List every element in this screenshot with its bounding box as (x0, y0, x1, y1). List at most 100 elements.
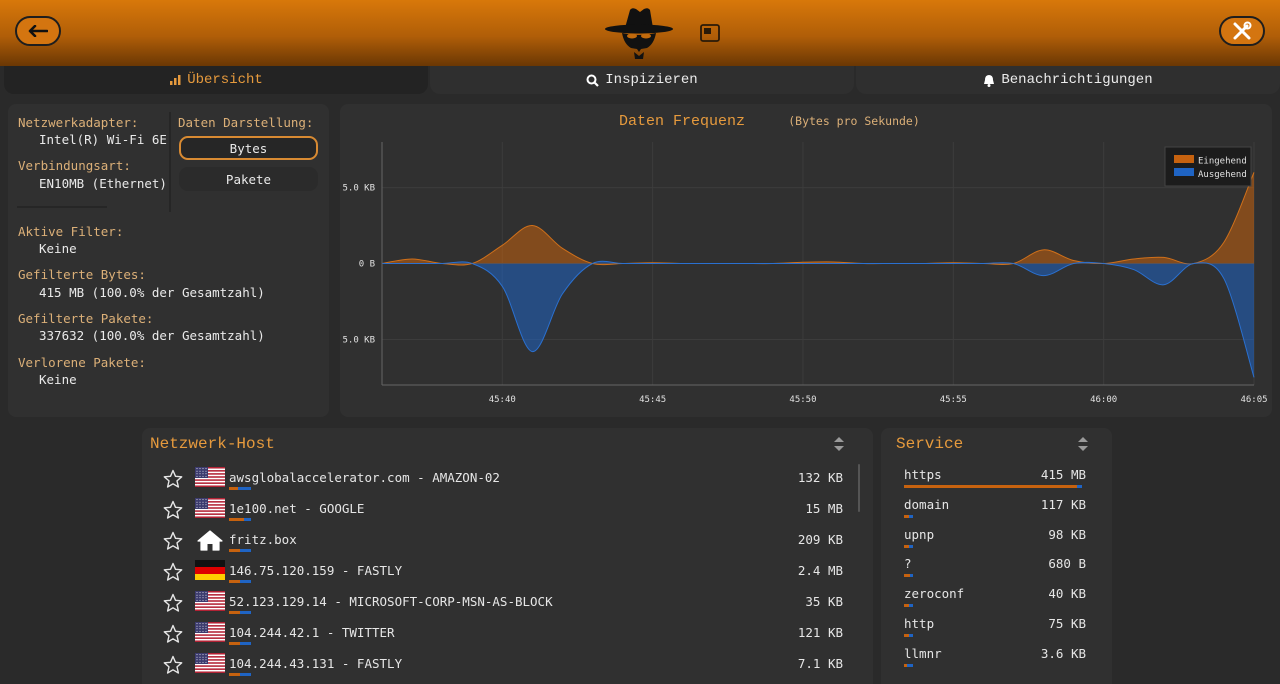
host-traffic-bar (229, 518, 251, 521)
sort-icon[interactable] (833, 436, 845, 452)
bytes-button[interactable]: Bytes (179, 136, 318, 160)
host-row[interactable]: 52.123.129.14 - MICROSOFT-CORP-MSN-AS-BL… (163, 591, 843, 621)
star-icon[interactable] (163, 562, 183, 586)
filtered-packets-label: Gefilterte Pakete: (18, 311, 154, 326)
picture-in-picture-icon[interactable] (700, 24, 720, 42)
host-row[interactable]: 104.244.42.1 - TWITTER 121 KB (163, 622, 843, 652)
packets-button[interactable]: Pakete (179, 167, 318, 191)
x-tick-label: 45:55 (940, 395, 967, 405)
bell-icon (984, 74, 995, 87)
settings-button[interactable] (1219, 16, 1265, 46)
incoming-bar (229, 549, 240, 552)
star-icon[interactable] (163, 593, 183, 617)
service-size: 98 KB (1048, 526, 1086, 542)
x-tick-label: 45:50 (789, 395, 816, 405)
service-name: domain (904, 496, 950, 512)
filter-label: Aktive Filter: (18, 224, 124, 239)
y-tick-label: 5.0 KB (342, 335, 375, 345)
divider (169, 112, 171, 212)
incoming-bar (904, 485, 1077, 488)
host-traffic-bar (229, 487, 251, 490)
service-row[interactable]: llmnr 3.6 KB (904, 646, 1086, 676)
star-icon[interactable] (163, 500, 183, 524)
series-area-incoming (382, 172, 1254, 266)
service-name: zeroconf (904, 586, 965, 602)
host-name: 104.244.43.131 - FASTLY (229, 656, 403, 671)
outgoing-bar (240, 673, 251, 676)
service-row[interactable]: domain 117 KB (904, 497, 1086, 527)
incoming-bar (229, 580, 240, 583)
tab-overview[interactable]: Übersicht (4, 66, 428, 94)
flag-de-icon (195, 560, 225, 580)
service-row[interactable]: upnp 98 KB (904, 527, 1086, 557)
packets-button-label: Pakete (225, 171, 272, 187)
filter-value: Keine (39, 241, 77, 256)
host-traffic-bar (229, 642, 251, 645)
host-name: 146.75.120.159 - FASTLY (229, 563, 403, 578)
adapter-label: Netzwerkadapter: (18, 115, 139, 130)
tab-inspect[interactable]: Inspizieren (430, 66, 854, 94)
filtered-packets-value: 337632 (100.0% der Gesamtzahl) (39, 328, 265, 343)
star-icon[interactable] (163, 624, 183, 648)
host-size: 15 MB (805, 501, 843, 516)
host-size: 35 KB (805, 594, 843, 609)
service-row[interactable]: zeroconf 40 KB (904, 586, 1086, 616)
host-row[interactable]: awsglobalaccelerator.com - AMAZON-02 132 … (163, 467, 843, 497)
service-size: 117 KB (1040, 496, 1086, 512)
connection-label: Verbindungsart: (18, 158, 131, 173)
legend-outgoing-label: Ausgehend (1198, 170, 1247, 180)
back-button[interactable] (15, 16, 61, 46)
tab-bar: Übersicht Inspizieren Benachrichtigungen (0, 66, 1280, 94)
outgoing-bar (908, 544, 913, 548)
host-traffic-bar (229, 673, 251, 676)
incoming-bar (229, 611, 240, 614)
star-icon[interactable] (163, 469, 183, 493)
service-traffic-bar (904, 514, 913, 518)
y-tick-label: 0 B (359, 260, 375, 270)
host-name: awsglobalaccelerator.com - AMAZON-02 (229, 470, 500, 485)
star-icon[interactable] (163, 655, 183, 679)
outgoing-bar (240, 642, 251, 645)
service-size: 680 B (1048, 556, 1086, 572)
outgoing-bar (244, 518, 251, 521)
scrollbar[interactable] (858, 464, 860, 512)
sort-icon[interactable] (1077, 436, 1089, 452)
y-tick-label: 5.0 KB (342, 184, 375, 194)
service-traffic-bar (904, 574, 913, 578)
host-name: 1e100.net - GOOGLE (229, 501, 365, 516)
x-tick-label: 45:45 (639, 395, 666, 405)
service-row[interactable]: http 75 KB (904, 616, 1086, 646)
outgoing-bar (237, 487, 251, 490)
chart-icon (170, 75, 181, 85)
series-area-outgoing (382, 261, 1254, 378)
outgoing-bar (240, 580, 251, 583)
tab-notifications[interactable]: Benachrichtigungen (856, 66, 1280, 94)
flag-us-icon (195, 591, 225, 611)
magnifier-icon (586, 74, 600, 87)
flag-us-icon (195, 498, 225, 518)
legend-incoming-label: Eingehend (1198, 157, 1247, 167)
host-size: 2.4 MB (797, 563, 843, 578)
outgoing-bar (240, 611, 251, 614)
host-row[interactable]: 146.75.120.159 - FASTLY 2.4 MB (163, 560, 843, 590)
host-row[interactable]: 1e100.net - GOOGLE 15 MB (163, 498, 843, 528)
tab-inspect-label: Inspizieren (605, 72, 698, 88)
service-row[interactable]: ? 680 B (904, 556, 1086, 586)
outgoing-bar (908, 514, 913, 518)
service-size: 75 KB (1048, 616, 1086, 631)
host-traffic-bar (229, 611, 251, 614)
outgoing-bar (910, 574, 913, 578)
host-row[interactable]: 104.244.43.131 - FASTLY 7.1 KB (163, 653, 843, 683)
chart-legend: Eingehend Ausgehend (1164, 146, 1252, 187)
service-row[interactable]: https 415 MB (904, 467, 1086, 497)
tools-icon (1233, 21, 1252, 40)
service-traffic-bar (904, 485, 1082, 488)
divider (17, 206, 107, 208)
host-traffic-bar (229, 580, 251, 583)
host-row[interactable]: fritz.box 209 KB (163, 529, 843, 559)
connection-value: EN10MB (Ethernet) (39, 176, 167, 191)
star-icon[interactable] (163, 531, 183, 555)
incoming-bar (229, 673, 240, 676)
services-title: Service (896, 435, 964, 453)
display-label: Daten Darstellung: (178, 115, 314, 130)
